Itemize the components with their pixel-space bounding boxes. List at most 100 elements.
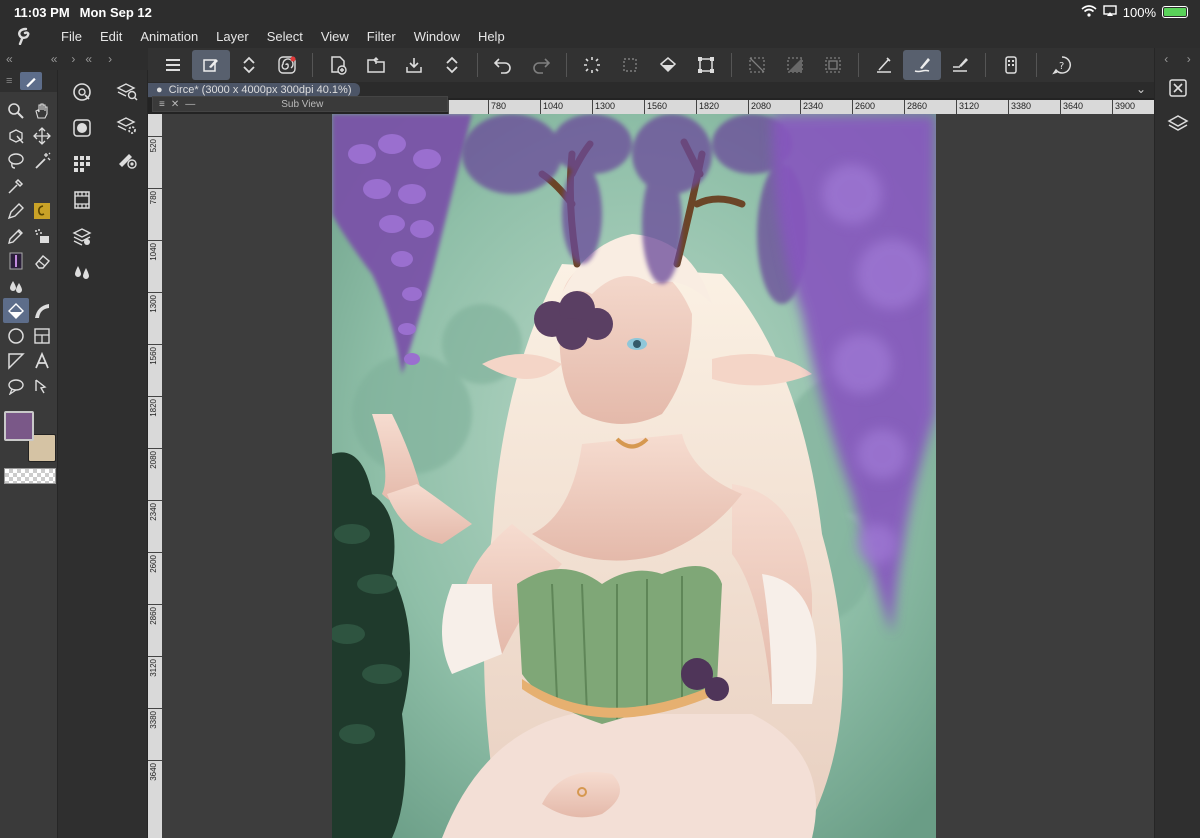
collapse-left-icon[interactable]: « bbox=[85, 52, 92, 66]
eraser-icon[interactable] bbox=[29, 248, 55, 273]
brush-size-icon[interactable] bbox=[106, 142, 148, 176]
layer-settings-icon[interactable] bbox=[106, 108, 148, 142]
canvas-area: ● Circe* (3000 x 4000px 300dpi 40.1%) ⌄ … bbox=[148, 82, 1154, 838]
close-icon[interactable]: ✕ bbox=[171, 99, 179, 110]
tab-dot-icon: ● bbox=[156, 84, 163, 96]
expand-right-icon[interactable]: › bbox=[71, 52, 75, 66]
palette-menu-icon[interactable]: ≡ bbox=[6, 75, 12, 87]
show-selection-icon[interactable] bbox=[814, 50, 852, 80]
zoom-icon[interactable] bbox=[3, 98, 29, 123]
ruler-label: 2340 bbox=[800, 100, 823, 114]
color-wheel-icon[interactable] bbox=[58, 110, 106, 146]
loading-icon[interactable] bbox=[573, 50, 611, 80]
eyedropper-icon[interactable] bbox=[3, 173, 29, 198]
clear-selection-icon[interactable] bbox=[611, 50, 649, 80]
ruler-label: 780 bbox=[488, 100, 506, 114]
document-tab[interactable]: ● Circe* (3000 x 4000px 300dpi 40.1%) bbox=[148, 83, 360, 97]
color-set-icon[interactable] bbox=[58, 146, 106, 182]
lasso-select-icon[interactable] bbox=[3, 148, 29, 173]
airbrush-icon[interactable] bbox=[29, 223, 55, 248]
canvas-artwork[interactable] bbox=[332, 114, 936, 838]
move-layer-icon[interactable] bbox=[29, 123, 55, 148]
blend-icon[interactable] bbox=[3, 273, 29, 298]
menu-select[interactable]: Select bbox=[258, 29, 312, 44]
menu-window[interactable]: Window bbox=[405, 29, 469, 44]
pen-icon[interactable] bbox=[3, 198, 29, 223]
transparent-color-swatch[interactable] bbox=[4, 468, 56, 484]
blend-tool-icon[interactable] bbox=[58, 254, 106, 290]
device-icon[interactable] bbox=[992, 50, 1030, 80]
status-time: 11:03 PM bbox=[14, 4, 70, 20]
hand-icon[interactable] bbox=[29, 98, 55, 123]
text-icon[interactable] bbox=[29, 348, 55, 373]
pen-tool-tab-icon[interactable] bbox=[20, 72, 43, 90]
ruler-label: 2600 bbox=[149, 555, 158, 573]
frame-border-icon[interactable] bbox=[29, 323, 55, 348]
save-icon[interactable] bbox=[395, 50, 433, 80]
menu-animation[interactable]: Animation bbox=[131, 29, 207, 44]
menu-filter[interactable]: Filter bbox=[358, 29, 405, 44]
ruler-label: 2080 bbox=[748, 100, 771, 114]
ruler-snap-icon[interactable] bbox=[865, 50, 903, 80]
ruler-label: 1560 bbox=[644, 100, 667, 114]
expand-right-icon[interactable]: › bbox=[108, 52, 112, 66]
menu-view[interactable]: View bbox=[312, 29, 358, 44]
deselect-icon[interactable] bbox=[738, 50, 776, 80]
minimize-icon[interactable]: — bbox=[185, 99, 195, 110]
ruler-label: 780 bbox=[149, 191, 158, 205]
navigator-icon[interactable] bbox=[58, 74, 106, 110]
balloon-icon[interactable] bbox=[3, 373, 29, 398]
pencil-icon[interactable] bbox=[3, 223, 29, 248]
figure-icon[interactable] bbox=[3, 323, 29, 348]
ruler-label: 3380 bbox=[1008, 100, 1031, 114]
panel-menu-icon[interactable]: ≡ bbox=[159, 99, 165, 110]
gradient-icon[interactable] bbox=[29, 298, 55, 323]
invert-selection-icon[interactable] bbox=[776, 50, 814, 80]
status-bar: 11:03 PM Mon Sep 12 100% bbox=[0, 0, 1200, 24]
clip-studio-logo-icon[interactable] bbox=[0, 27, 52, 45]
custom-brush-icon[interactable] bbox=[29, 198, 55, 223]
ruler-icon[interactable] bbox=[3, 348, 29, 373]
ruler-label: 3120 bbox=[149, 659, 158, 677]
spiral-icon[interactable] bbox=[268, 50, 306, 80]
menu-edit[interactable]: Edit bbox=[91, 29, 131, 44]
undo-icon[interactable] bbox=[484, 50, 522, 80]
right-panel: ‹ › bbox=[1154, 48, 1200, 838]
help-icon[interactable]: ? bbox=[1043, 50, 1081, 80]
collapse-left-icon[interactable]: ‹ bbox=[1164, 52, 1168, 66]
new-canvas-icon[interactable] bbox=[319, 50, 357, 80]
screen-mirror-icon bbox=[1103, 4, 1117, 20]
snap-line-icon[interactable] bbox=[941, 50, 979, 80]
layer-search-icon[interactable] bbox=[106, 74, 148, 108]
layers-icon[interactable] bbox=[1155, 106, 1200, 142]
main-color-swatch[interactable] bbox=[4, 411, 34, 441]
menu-help[interactable]: Help bbox=[469, 29, 514, 44]
magic-wand-icon[interactable] bbox=[29, 148, 55, 173]
up-down-arrows-icon[interactable] bbox=[230, 50, 268, 80]
object-select-icon[interactable] bbox=[3, 123, 29, 148]
transform-tool-icon[interactable] bbox=[192, 50, 230, 80]
chevron-down-icon[interactable]: ⌄ bbox=[1136, 82, 1146, 96]
crop-icon[interactable] bbox=[687, 50, 725, 80]
timeline-icon[interactable] bbox=[58, 182, 106, 218]
status-date: Mon Sep 12 bbox=[79, 4, 152, 20]
menu-icon[interactable] bbox=[154, 50, 192, 80]
fill-icon[interactable] bbox=[649, 50, 687, 80]
fill-bucket-icon[interactable] bbox=[3, 298, 29, 323]
collapse-right-icon[interactable]: › bbox=[1187, 52, 1191, 66]
ruler-label: 1040 bbox=[540, 100, 563, 114]
open-folder-icon[interactable] bbox=[357, 50, 395, 80]
ruler-label: 1560 bbox=[149, 347, 158, 365]
brush-preset-icon[interactable] bbox=[3, 248, 29, 273]
collapse-left-icon[interactable]: « bbox=[51, 52, 58, 66]
ruler-label: 1820 bbox=[149, 399, 158, 417]
up-down-arrows-icon[interactable] bbox=[433, 50, 471, 80]
close-panel-icon[interactable] bbox=[1155, 70, 1200, 106]
menu-file[interactable]: File bbox=[52, 29, 91, 44]
menu-layer[interactable]: Layer bbox=[207, 29, 258, 44]
layer-properties-icon[interactable] bbox=[58, 218, 106, 254]
redo-icon[interactable] bbox=[522, 50, 560, 80]
correct-line-icon[interactable] bbox=[29, 373, 55, 398]
brush-stroke-icon[interactable] bbox=[903, 50, 941, 80]
collapse-left-icon[interactable]: « bbox=[6, 52, 13, 66]
